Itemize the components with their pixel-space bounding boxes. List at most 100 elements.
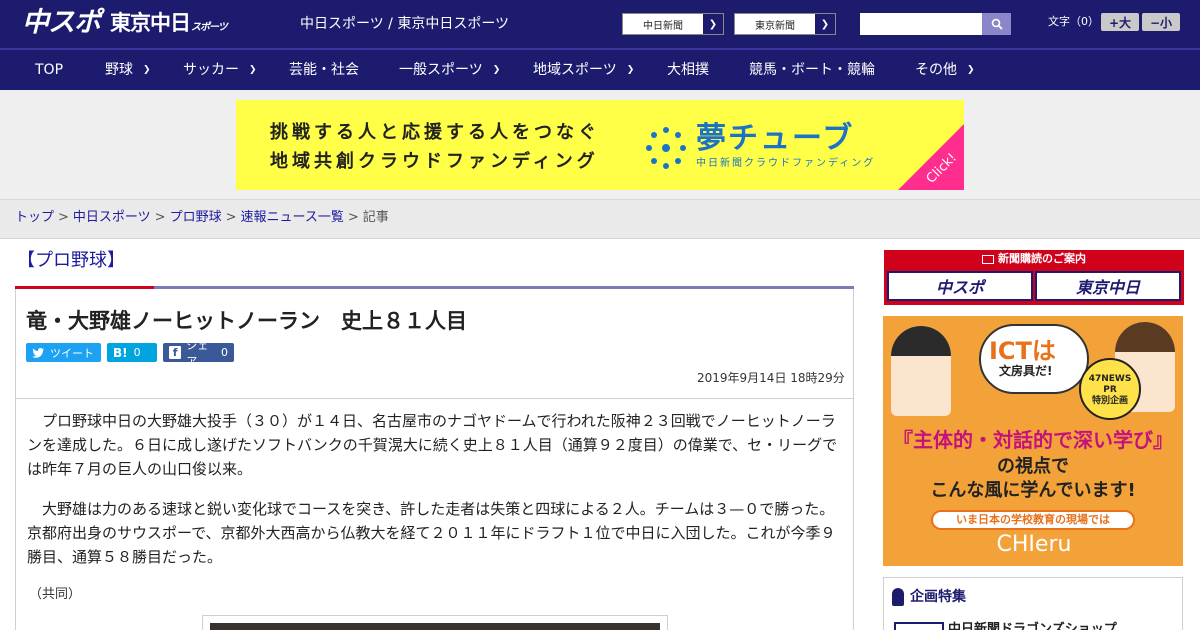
dream-tube-dots-icon xyxy=(646,127,686,169)
nav-item-soccer[interactable]: サッカー ❯ xyxy=(183,50,257,90)
chieru-logo: CHIeru xyxy=(996,532,1072,557)
article-paragraph: 大野雄は力のある速球と鋭い変化球でコースを突き、許した走者は失策と四球による２人… xyxy=(27,500,836,566)
feature-thumbnail[interactable] xyxy=(894,622,944,630)
ad-band: 挑戦する人と応援する人をつなぐ 地域共創クラウドファンディング 夢チューブ 中日… xyxy=(0,90,1200,200)
nav-item-label: 競馬・ボート・競輪 xyxy=(749,62,875,78)
ad-line-1: 挑戦する人と応援する人をつなぐ xyxy=(270,122,600,143)
breadcrumb-chunichi-sports[interactable]: 中日スポーツ xyxy=(73,210,151,225)
nav-item-label: 地域スポーツ xyxy=(533,62,617,78)
twitter-share-button[interactable]: ツイート xyxy=(26,343,101,362)
badge-line: PR xyxy=(1103,385,1117,395)
chevron-right-icon: ❯ xyxy=(815,14,835,34)
subscribe-chuspo-button[interactable]: 中スポ xyxy=(887,271,1033,301)
hatena-count: 0 xyxy=(133,346,141,359)
hatena-bookmark-button[interactable]: B! 0 xyxy=(107,343,157,362)
font-size-decrease-button[interactable]: −小 xyxy=(1142,13,1180,31)
tokyo-shimbun-label: 東京新聞 xyxy=(755,20,795,32)
hair-shape xyxy=(1115,322,1175,352)
nav-item-entertainment[interactable]: 芸能・社会 xyxy=(289,50,359,90)
ribbon-icon xyxy=(892,588,904,606)
facebook-share-label: シェア xyxy=(186,338,209,368)
chevron-down-icon: ❯ xyxy=(626,65,635,75)
feature-title: 企画特集 xyxy=(892,586,966,608)
hatena-icon: B! xyxy=(113,345,128,360)
article-date: 2019年9月14日 18時29分 xyxy=(697,371,845,385)
nav-item-label: TOP xyxy=(35,62,64,78)
chevron-down-icon: ❯ xyxy=(143,65,151,75)
nav-item-label: 一般スポーツ xyxy=(399,62,483,78)
search-input[interactable] xyxy=(860,13,982,35)
ad-sub-copy: こんな風に学んでいます! xyxy=(930,480,1136,501)
nav-item-general-sports[interactable]: 一般スポーツ ❯ xyxy=(399,50,500,90)
badge-line: 47NEWS xyxy=(1088,374,1132,384)
chevron-right-icon: ❯ xyxy=(703,14,723,34)
font-size-label: 文字（0） xyxy=(1048,15,1099,28)
dream-tube-logo: 夢チューブ xyxy=(696,121,855,156)
facebook-count: 0 xyxy=(221,346,228,359)
subscribe-tokyo-chunichi-button[interactable]: 東京中日 xyxy=(1035,271,1181,301)
nav-item-local-sports[interactable]: 地域スポーツ ❯ xyxy=(533,50,634,90)
tokyo-logo-text: 東京中日 xyxy=(110,11,191,35)
chuspo-logo[interactable]: 中スポ xyxy=(22,7,101,39)
pr-badge: 47NEWS PR 特別企画 xyxy=(1079,358,1141,420)
subscription-title: 新聞購読のご案内 xyxy=(884,252,1184,266)
ad-line-2: 地域共創クラウドファンディング xyxy=(270,151,599,172)
nav-item-label: その他 xyxy=(915,62,957,78)
top-header: 中スポ 東京中日スポーツ 中日スポーツ / 東京中日スポーツ 中日新聞 ❯ 東京… xyxy=(0,0,1200,48)
nav-item-label: サッカー xyxy=(183,62,239,78)
nav-item-racing[interactable]: 競馬・ボート・競輪 xyxy=(749,50,875,90)
main-nav: TOP 野球 ❯ サッカー ❯ 芸能・社会 一般スポーツ ❯ 地域スポーツ ❯ 大相撲 … xyxy=(0,48,1200,90)
article-divider xyxy=(15,398,854,399)
ad-sub-copy: の視点で xyxy=(997,456,1069,477)
ict-education-ad[interactable]: ICTは 文房具だ! 47NEWS PR 特別企画 『主体的・対話的で深い学び』… xyxy=(883,316,1183,566)
article-paragraph: プロ野球中日の大野雄大投手（３０）が１４日、名古屋市のナゴヤドームで行われた阪神… xyxy=(27,412,838,478)
subscription-title-text: 新聞購読のご案内 xyxy=(998,252,1086,265)
tokyo-shimbun-link[interactable]: 東京新聞 ❯ xyxy=(734,13,836,35)
dream-tube-subtitle: 中日新聞クラウドファンディング xyxy=(696,158,876,169)
breadcrumb-separator: > xyxy=(347,210,359,225)
subscription-box: 新聞購読のご案内 中スポ 東京中日 xyxy=(884,250,1184,305)
crowdfunding-banner-ad[interactable]: 挑戦する人と応援する人をつなぐ 地域共創クラウドファンディング 夢チューブ 中日… xyxy=(236,100,964,190)
nav-item-top[interactable]: TOP xyxy=(35,50,63,90)
facebook-share-button[interactable]: f シェア 0 xyxy=(163,339,234,368)
chevron-down-icon: ❯ xyxy=(967,65,975,75)
article-category[interactable]: 【プロ野球】 xyxy=(17,250,125,272)
badge-line: 特別企画 xyxy=(1091,396,1128,406)
student-illustration xyxy=(891,326,951,416)
article-photo[interactable] xyxy=(202,615,668,630)
twitter-share-label: ツイート xyxy=(50,346,94,360)
chunichi-shimbun-link[interactable]: 中日新聞 ❯ xyxy=(622,13,724,35)
breadcrumb-separator: > xyxy=(58,210,69,225)
nav-item-sumo[interactable]: 大相撲 xyxy=(667,50,709,90)
feature-item-link[interactable]: 中日新聞ドラゴンズショップ xyxy=(948,622,1117,630)
search-icon xyxy=(991,18,1003,30)
ad-main-copy: 『主体的・対話的で深い学び』 xyxy=(893,428,1173,452)
breadcrumb-top[interactable]: トップ xyxy=(15,210,54,225)
feature-box: 企画特集 中日新聞ドラゴンズショップ xyxy=(883,577,1183,630)
font-size-increase-button[interactable]: +大 xyxy=(1101,13,1139,31)
chunichi-shimbun-label: 中日新聞 xyxy=(643,20,683,32)
tokyo-logo-sub: スポーツ xyxy=(191,22,228,33)
newspaper-icon xyxy=(982,254,994,264)
ict-headline: ICTは xyxy=(989,337,1056,365)
site-title: 中日スポーツ / 東京中日スポーツ xyxy=(300,16,510,32)
article-headline: 竜・大野雄ノーヒットノーラン 史上８１人目 xyxy=(26,309,467,333)
ad-ribbon: いま日本の学校教育の現場では xyxy=(931,510,1135,530)
hair-shape xyxy=(891,326,951,356)
feature-title-text: 企画特集 xyxy=(910,589,966,605)
nav-item-label: 芸能・社会 xyxy=(289,62,359,78)
breadcrumb-current: 記事 xyxy=(362,210,389,225)
nav-item-baseball[interactable]: 野球 ❯ xyxy=(105,50,151,90)
article-photo-image xyxy=(210,623,660,630)
twitter-icon xyxy=(32,347,44,358)
facebook-icon: f xyxy=(169,346,182,359)
nav-item-other[interactable]: その他 ❯ xyxy=(915,50,975,90)
nav-item-label: 大相撲 xyxy=(667,62,709,78)
breadcrumb-news-list[interactable]: 速報ニュース一覧 xyxy=(241,210,344,225)
article-credit: （共同） xyxy=(29,587,82,602)
tokyo-chunichi-logo[interactable]: 東京中日スポーツ xyxy=(110,9,228,42)
breadcrumb-separator: > xyxy=(154,210,166,225)
chevron-down-icon: ❯ xyxy=(249,65,257,75)
search-button[interactable] xyxy=(982,13,1011,35)
breadcrumb-pro-baseball[interactable]: プロ野球 xyxy=(170,210,222,225)
